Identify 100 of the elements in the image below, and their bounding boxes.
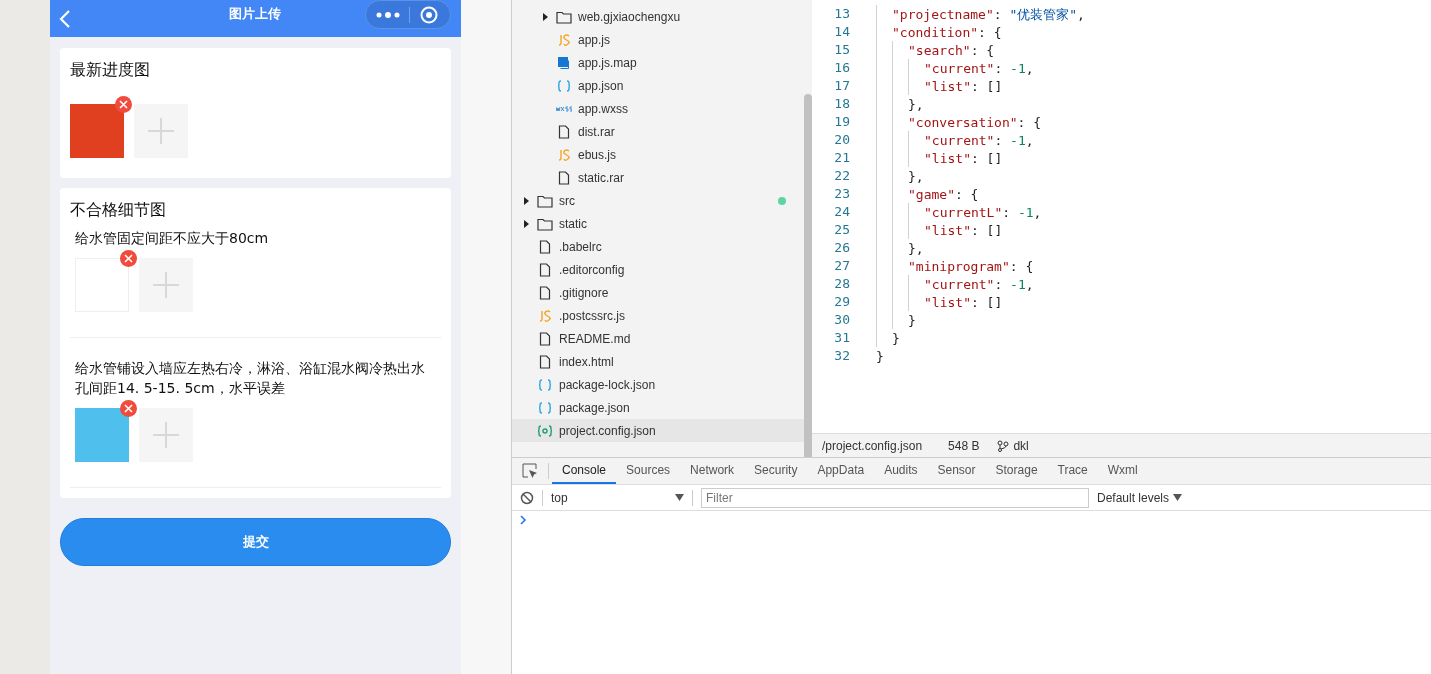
braces-icon <box>556 78 572 93</box>
dropdown-icon <box>1173 494 1183 501</box>
file-name: .babelrc <box>559 238 603 256</box>
back-icon[interactable] <box>58 9 72 28</box>
remove-icon[interactable] <box>115 96 132 113</box>
file-tree-item[interactable]: app.json <box>512 74 804 97</box>
code-line: "list": [] <box>924 150 1003 167</box>
scrollbar[interactable] <box>804 94 812 457</box>
code-line: "projectname": "优装管家", <box>892 6 1085 23</box>
line-number: 16 <box>833 59 850 78</box>
code-line: }, <box>908 168 924 185</box>
close-mini-program-icon[interactable] <box>420 5 438 24</box>
devtools-tab[interactable]: AppData <box>807 458 875 484</box>
requirement-text: 给水管固定间距不应大于80cm <box>75 229 270 248</box>
devtools-tab[interactable]: Storage <box>985 458 1048 484</box>
devtools-tab[interactable]: Sources <box>616 458 681 484</box>
code-line: "game": { <box>908 186 979 203</box>
file-tree-item[interactable]: .postcssrc.js <box>512 304 804 327</box>
devtools-tab[interactable]: Console <box>552 458 617 484</box>
line-number: 24 <box>833 203 850 222</box>
file-tree-item[interactable]: .editorconfig <box>512 258 804 281</box>
devtools-tab[interactable]: Audits <box>874 458 928 484</box>
code-line: } <box>892 330 900 347</box>
config-file-icon <box>537 423 553 438</box>
file-tree-item[interactable]: dist.rar <box>512 120 804 143</box>
line-number: 20 <box>833 131 850 150</box>
more-icon[interactable] <box>376 10 400 19</box>
page-title: 图片上传 <box>228 5 282 23</box>
file-icon <box>537 285 553 300</box>
code-line: } <box>908 312 916 329</box>
file-tree-item[interactable]: web.gjxiaochengxu <box>512 5 804 28</box>
devtools-tab[interactable]: Sensor <box>927 458 986 484</box>
file-tree-item[interactable]: app.js.map <box>512 51 804 74</box>
clear-console-icon[interactable] <box>520 490 534 505</box>
devtools-tab[interactable]: Security <box>744 458 808 484</box>
file-tree-item[interactable]: ebus.js <box>512 143 804 166</box>
file-tree-item[interactable]: package.json <box>512 396 804 419</box>
code-line: }, <box>908 240 924 257</box>
file-name: package.json <box>559 399 631 417</box>
file-tree-item[interactable]: src <box>512 189 804 212</box>
caret-right-icon[interactable] <box>522 219 530 228</box>
file-tree-item[interactable]: app.wxss <box>512 97 804 120</box>
file-icon <box>537 354 553 369</box>
devtools-tab[interactable]: Network <box>680 458 745 484</box>
devtools-tab[interactable]: Trace <box>1047 458 1098 484</box>
line-number: 19 <box>833 113 850 132</box>
file-name: app.js <box>578 31 612 49</box>
file-tree-item[interactable]: .gitignore <box>512 281 804 304</box>
remove-icon[interactable] <box>120 250 137 267</box>
folder-icon <box>537 216 553 231</box>
js-file-icon <box>556 147 572 162</box>
branch-icon <box>997 439 1010 452</box>
file-tree-item[interactable]: .babelrc <box>512 235 804 258</box>
folder-icon <box>556 9 572 24</box>
file-name: .editorconfig <box>559 261 626 279</box>
file-tree-item[interactable]: app.js <box>512 28 804 51</box>
line-number: 25 <box>833 221 850 240</box>
line-number: 21 <box>833 149 850 168</box>
file-icon <box>537 331 553 346</box>
file-name: README.md <box>559 330 632 348</box>
file-tree-item[interactable]: README.md <box>512 327 804 350</box>
plus-icon <box>152 421 180 449</box>
line-number: 15 <box>833 41 850 60</box>
file-name: static.rar <box>578 169 625 187</box>
file-tree-item[interactable]: static.rar <box>512 166 804 189</box>
filter-field[interactable]: Filter <box>701 487 1089 508</box>
context-select[interactable]: top <box>551 488 684 507</box>
line-number: 30 <box>833 311 850 330</box>
file-tree-item[interactable]: package-lock.json <box>512 373 804 396</box>
line-number: 28 <box>833 275 850 294</box>
plus-icon <box>147 117 175 145</box>
line-number: 27 <box>833 257 850 276</box>
caret-right-icon[interactable] <box>541 12 549 21</box>
file-tree-item[interactable]: index.html <box>512 350 804 373</box>
js-file-icon <box>537 308 553 323</box>
code-line: "list": [] <box>924 222 1003 239</box>
file-name: ebus.js <box>578 146 618 164</box>
line-number: 22 <box>833 167 850 186</box>
file-tree-item[interactable]: project.config.json <box>512 419 804 442</box>
line-number: 23 <box>833 185 850 204</box>
requirement-text: 给水管铺设入墙应左热右冷，淋浴、浴缸混水阀冷热出水孔间距14. 5-15. 5cm，水平误差 <box>75 359 426 398</box>
devtools-tab[interactable]: Wxml <box>1097 458 1148 484</box>
levels-select[interactable]: Default levels <box>1097 488 1183 507</box>
remove-icon[interactable] <box>120 400 137 417</box>
file-name: .gitignore <box>559 284 610 302</box>
file-icon <box>537 262 553 277</box>
photo-placeholder <box>75 408 129 462</box>
caret-right-icon[interactable] <box>522 196 530 205</box>
code-line: "miniprogram": { <box>908 258 1034 275</box>
code-line: "current": -1, <box>924 276 1034 293</box>
code-line: "current": -1, <box>924 132 1034 149</box>
file-icon <box>556 124 572 139</box>
line-number: 17 <box>833 77 850 96</box>
file-tree-item[interactable]: static <box>512 212 804 235</box>
plus-icon <box>152 271 180 299</box>
inspect-icon[interactable] <box>522 463 538 479</box>
code-line: }, <box>908 96 924 113</box>
line-number: 32 <box>833 347 850 366</box>
code-line: "search": { <box>908 42 995 59</box>
branch-name: dkl <box>1013 437 1029 455</box>
